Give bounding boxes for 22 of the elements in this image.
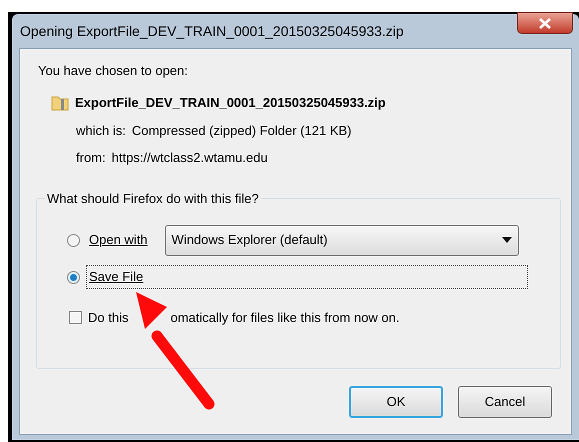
intro-text: You have chosen to open:	[38, 62, 188, 80]
checkbox-label[interactable]: Do this	[88, 308, 128, 328]
dialog-button[interactable]: Cancel	[458, 386, 552, 418]
option-label[interactable]: Open with	[86, 229, 151, 251]
checkbox-label[interactable]: omatically for files like this from now on.	[170, 308, 400, 328]
radio-button[interactable]	[67, 234, 80, 246]
option-label[interactable]: Save File	[86, 265, 528, 289]
radio-button[interactable]	[67, 270, 80, 284]
close-icon	[538, 18, 552, 28]
file-name: ExportFile_DEV_TRAIN_0001_20150325045933.zip	[75, 94, 386, 112]
close-button[interactable]	[517, 12, 573, 34]
zip-folder-icon	[51, 94, 69, 112]
detail-value: Compressed (zipped) Folder (121 KB)	[132, 122, 352, 140]
arrowhead	[135, 291, 167, 329]
caret-icon	[502, 237, 512, 243]
app-dropdown[interactable]: Windows Explorer (default)	[164, 224, 519, 256]
checkbox[interactable]	[69, 311, 82, 324]
detail-value: https://wtclass2.wtamu.edu	[112, 148, 268, 167]
dialog-button[interactable]: OK	[349, 386, 443, 418]
window-title: Opening ExportFile_DEV_TRAIN_0001_20150325045933.zip	[20, 22, 404, 41]
detail-label: which is:	[76, 122, 126, 140]
detail-label: from:	[76, 148, 106, 166]
